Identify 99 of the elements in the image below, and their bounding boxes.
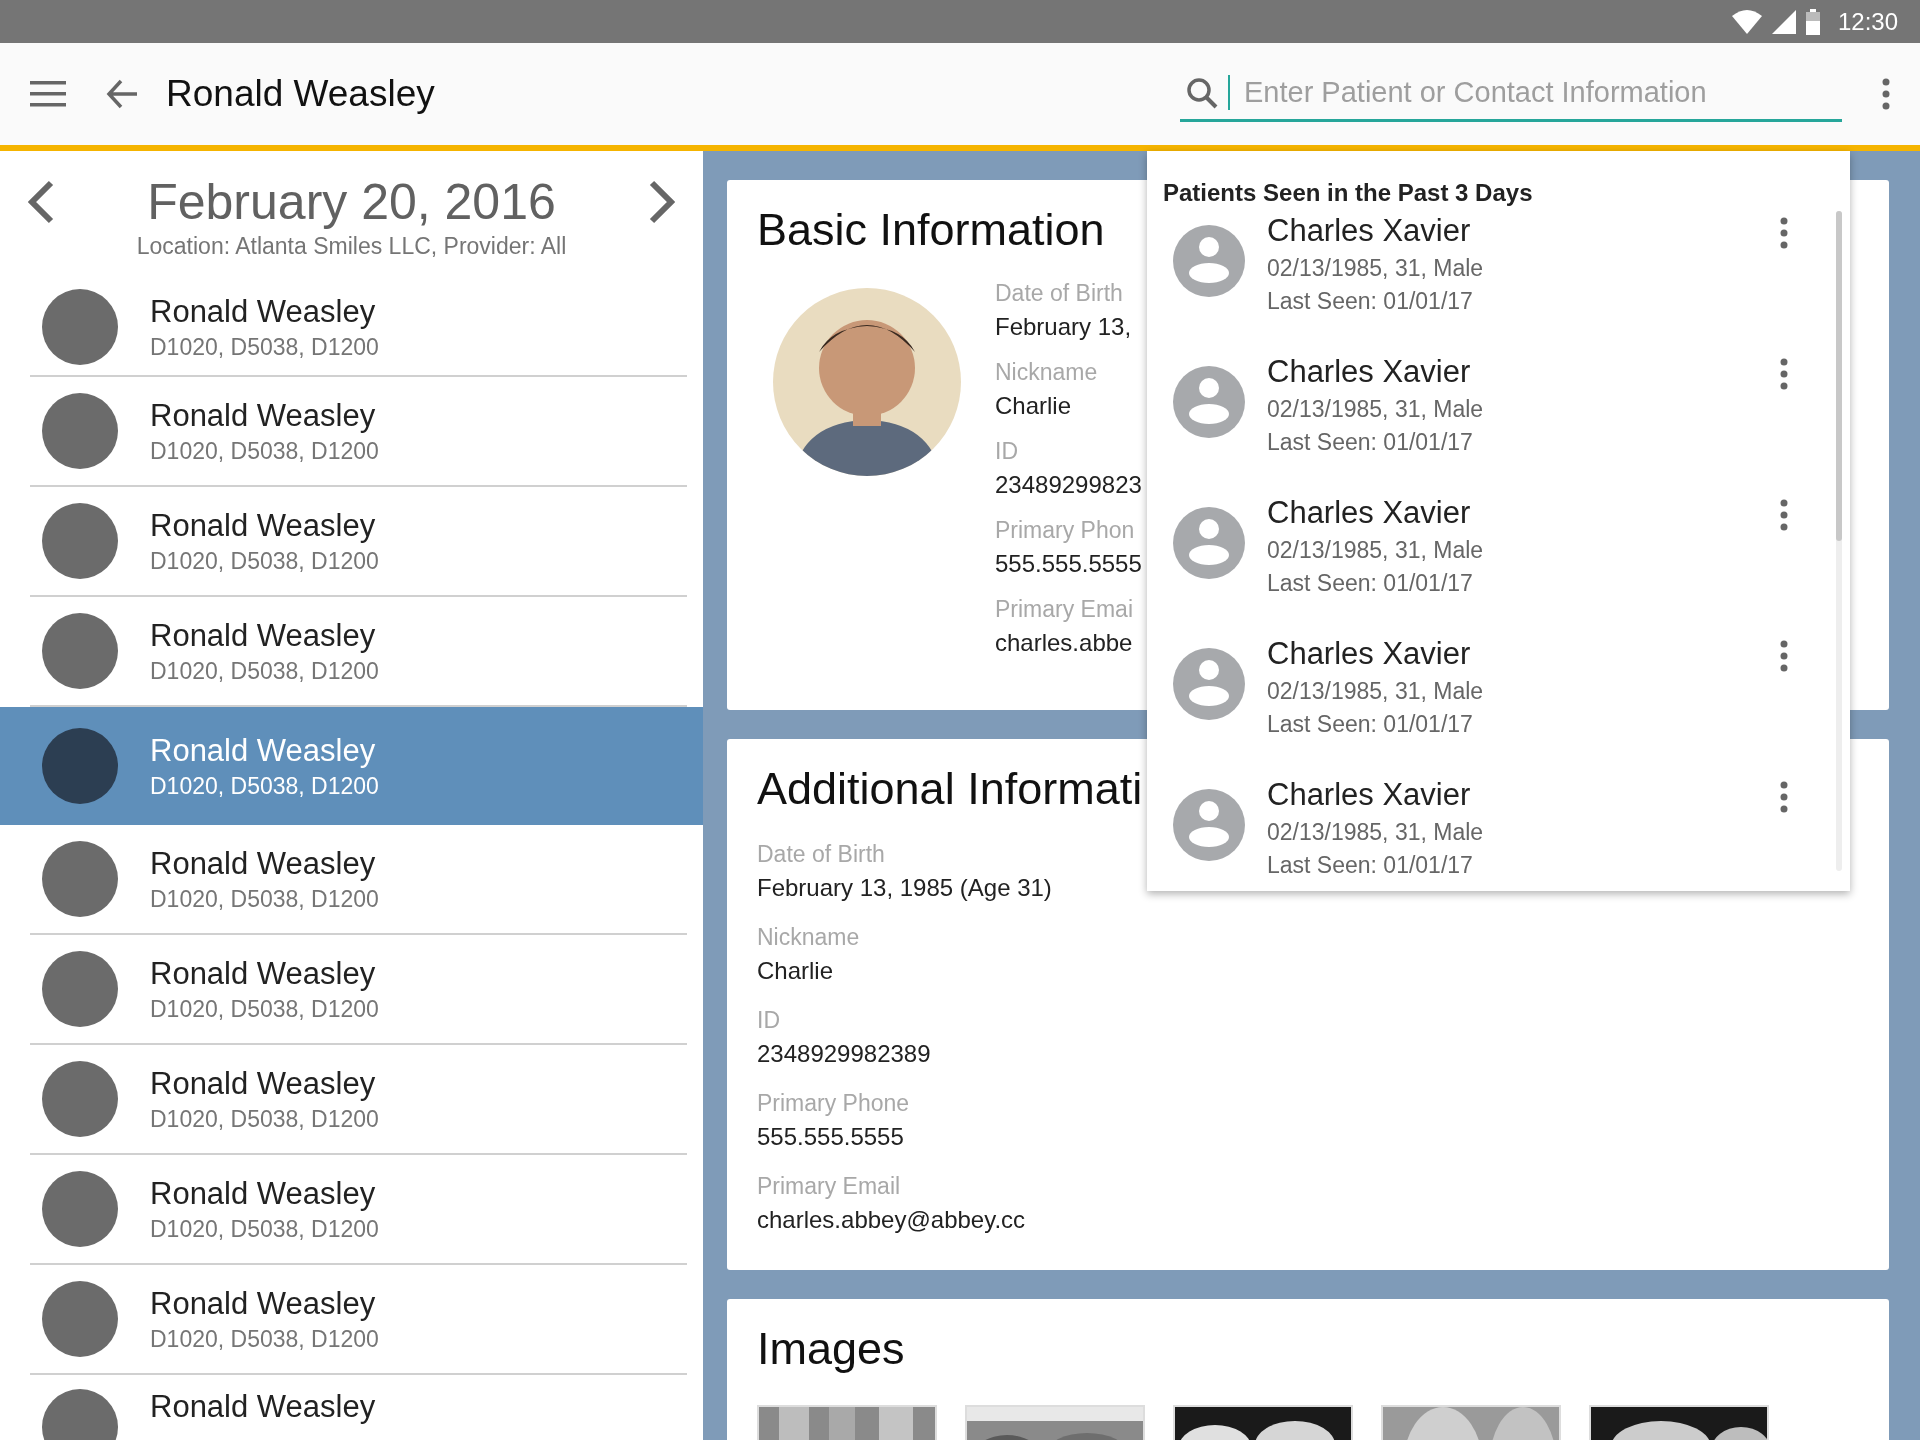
field-label: Primary Phon	[995, 517, 1135, 544]
back-arrow-icon[interactable]	[106, 79, 138, 109]
procedure-codes: D1020, D5038, D1200	[150, 657, 379, 685]
field-value: 555.555.5555	[757, 1123, 904, 1151]
patient-name: Ronald Weasley	[150, 293, 376, 330]
procedure-codes: D1020, D5038, D1200	[150, 437, 379, 465]
more-icon[interactable]	[1780, 640, 1788, 672]
patient-details: 02/13/1985, 31, Male	[1267, 678, 1484, 705]
procedure-codes: D1020, D5038, D1200	[150, 885, 379, 913]
card-title: Basic Information	[757, 204, 1105, 256]
chevron-right-icon[interactable]	[649, 180, 675, 224]
field-label: Primary Email	[757, 1173, 901, 1200]
person-icon	[1173, 366, 1245, 438]
last-seen-date: Last Seen: 01/01/17	[1267, 711, 1473, 738]
scrollbar-thumb[interactable]	[1836, 211, 1842, 541]
patient-details: 02/13/1985, 31, Male	[1267, 396, 1484, 423]
patient-name: Charles Xavier	[1267, 354, 1471, 390]
procedure-codes: D1020, D5038, D1200	[150, 547, 379, 575]
procedure-codes: D1020, D5038, D1200	[150, 333, 379, 361]
patient-name: Ronald Weasley	[150, 507, 376, 544]
patient-list-item[interactable]: Ronald Weasley D1020, D5038, D1200	[30, 377, 687, 487]
clock-time: 12:30	[1837, 7, 1898, 36]
patient-list-item[interactable]: Ronald Weasley D1020, D5038, D1200	[30, 487, 687, 597]
field-label: Nickname	[995, 359, 1098, 386]
patient-suggestion[interactable]: Charles Xavier 02/13/1985, 31, Male Last Seen: 01/01/17	[1163, 207, 1834, 348]
field-value: charles.abbe	[995, 629, 1133, 657]
procedure-codes: D1020, D5038, D1200	[150, 1325, 379, 1353]
procedure-codes: D1020, D5038, D1200	[150, 1105, 379, 1133]
last-seen-date: Last Seen: 01/01/17	[1267, 288, 1473, 315]
patient-name: Ronald Weasley	[150, 732, 376, 769]
patient-list-item[interactable]: Ronald Weasley D1020, D5038, D1200	[30, 1155, 687, 1265]
patient-name: Ronald Weasley	[150, 1175, 376, 1212]
more-icon[interactable]	[1780, 781, 1788, 813]
person-icon	[1173, 507, 1245, 579]
patient-list-item[interactable]: Ronald Weasley D1020, D5038, D1200	[30, 1045, 687, 1155]
procedure-codes: D1020, D5038, D1200	[150, 772, 379, 800]
card-title: Additional Informati	[757, 763, 1143, 815]
patient-name: Ronald Weasley	[150, 1285, 376, 1322]
patient-suggestion[interactable]: Charles Xavier 02/13/1985, 31, Male Last Seen: 01/01/17	[1163, 771, 1834, 912]
patient-list-item[interactable]: Ronald Weasley D1020, D5038, D1200	[30, 279, 687, 377]
patient-details: 02/13/1985, 31, Male	[1267, 537, 1484, 564]
card-title: Images	[757, 1323, 905, 1375]
more-icon[interactable]	[1780, 358, 1788, 390]
signal-icon	[1771, 9, 1796, 34]
patient-suggestion[interactable]: Charles Xavier 02/13/1985, 31, Male Last Seen: 01/01/17	[1163, 630, 1834, 771]
patient-name: Ronald Weasley	[150, 617, 376, 654]
search-field[interactable]: Enter Patient or Contact Information	[1180, 66, 1842, 122]
person-icon	[1173, 225, 1245, 297]
patient-details: 02/13/1985, 31, Male	[1267, 255, 1484, 282]
patient-name: Ronald Weasley	[150, 1389, 376, 1425]
menu-icon[interactable]	[30, 81, 66, 107]
patient-list-item[interactable]: Ronald Weasley D1020, D5038, D1200	[30, 935, 687, 1045]
schedule-date: February 20, 2016	[147, 173, 556, 231]
procedure-codes: D1020, D5038, D1200	[150, 995, 379, 1023]
chevron-left-icon[interactable]	[28, 180, 54, 224]
patient-name: Ronald Weasley	[150, 845, 376, 882]
field-value: 2348929982389	[757, 1040, 931, 1068]
patient-details: 02/13/1985, 31, Male	[1267, 819, 1484, 846]
person-icon	[1173, 789, 1245, 861]
field-value: 555.555.5555	[995, 550, 1142, 578]
field-label: ID	[757, 1007, 780, 1034]
field-label: Nickname	[757, 924, 860, 951]
field-label: Date of Birth	[757, 841, 885, 868]
patient-suggestion[interactable]: Charles Xavier 02/13/1985, 31, Male Last Seen: 01/01/17	[1163, 489, 1834, 630]
patient-name: Charles Xavier	[1267, 213, 1471, 249]
field-label: Primary Emai	[995, 596, 1133, 623]
battery-icon	[1805, 8, 1820, 35]
more-icon[interactable]	[1780, 217, 1788, 249]
last-seen-date: Last Seen: 01/01/17	[1267, 852, 1473, 879]
patient-list-item[interactable]: Ronald Weasley	[30, 1375, 687, 1440]
more-icon[interactable]	[1882, 78, 1890, 110]
field-value: Charlie	[995, 392, 1072, 420]
field-value: Charlie	[757, 957, 834, 985]
procedure-codes: D1020, D5038, D1200	[150, 1215, 379, 1243]
field-value: February 13,	[995, 313, 1132, 341]
more-icon[interactable]	[1780, 499, 1788, 531]
patient-list-item[interactable]: Ronald Weasley D1020, D5038, D1200	[30, 1265, 687, 1375]
person-icon	[1173, 648, 1245, 720]
field-value: charles.abbey@abbey.cc	[757, 1206, 1026, 1234]
field-label: ID	[995, 438, 1018, 465]
dropdown-heading: Patients Seen in the Past 3 Days	[1163, 179, 1533, 207]
location-text: Location: Atlanta Smiles LLC, Provider: All	[136, 233, 567, 260]
page-title: Ronald Weasley	[166, 73, 435, 115]
patient-name: Ronald Weasley	[150, 955, 376, 992]
field-value: February 13, 1985 (Age 31)	[757, 874, 1052, 902]
patient-name: Ronald Weasley	[150, 1065, 376, 1102]
last-seen-date: Last Seen: 01/01/17	[1267, 429, 1473, 456]
patient-name: Ronald Weasley	[150, 397, 376, 434]
patient-list-item[interactable]: Ronald Weasley D1020, D5038, D1200	[30, 825, 687, 935]
patient-name: Charles Xavier	[1267, 636, 1471, 672]
field-label: Date of Birth	[995, 280, 1123, 307]
last-seen-date: Last Seen: 01/01/17	[1267, 570, 1473, 597]
patient-suggestion[interactable]: Charles Xavier 02/13/1985, 31, Male Last Seen: 01/01/17	[1163, 348, 1834, 489]
wifi-icon	[1731, 9, 1762, 34]
patient-name: Charles Xavier	[1267, 777, 1471, 813]
field-label: Primary Phone	[757, 1090, 910, 1117]
patient-name: Charles Xavier	[1267, 495, 1471, 531]
search-icon	[1186, 76, 1218, 109]
field-value: 23489299823	[995, 471, 1142, 499]
